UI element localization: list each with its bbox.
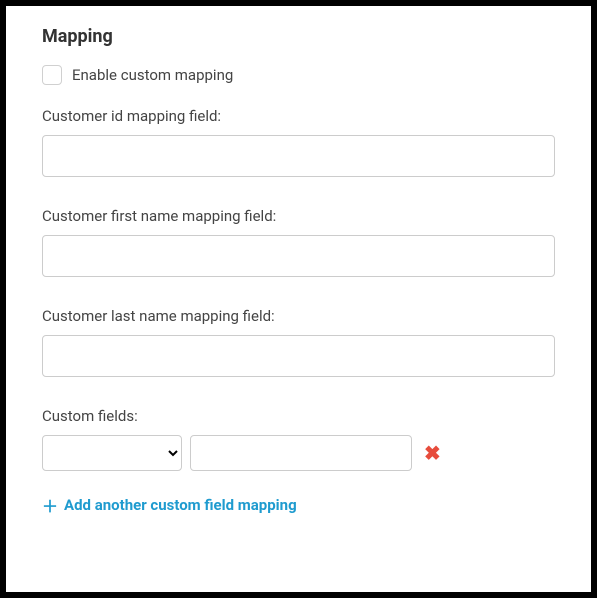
custom-field-row: ✖ (42, 435, 555, 471)
customer-id-field-block: Customer id mapping field: (42, 107, 555, 177)
customer-first-name-field-block: Customer first name mapping field: (42, 207, 555, 277)
custom-field-select[interactable] (42, 435, 182, 471)
customer-last-name-input[interactable] (42, 335, 555, 377)
customer-last-name-field-block: Customer last name mapping field: (42, 307, 555, 377)
custom-fields-block: Custom fields: ✖ (42, 407, 555, 471)
customer-id-input[interactable] (42, 135, 555, 177)
enable-custom-mapping-label: Enable custom mapping (72, 66, 233, 84)
plus-icon: ＋ (42, 493, 58, 517)
custom-fields-label: Custom fields: (42, 407, 555, 425)
section-title: Mapping (42, 26, 555, 47)
enable-custom-mapping-checkbox[interactable] (42, 65, 62, 85)
remove-icon[interactable]: ✖ (420, 443, 445, 463)
custom-field-value-input[interactable] (190, 435, 412, 471)
add-custom-field-link[interactable]: ＋ Add another custom field mapping (42, 493, 297, 517)
customer-last-name-label: Customer last name mapping field: (42, 307, 555, 325)
mapping-panel: Mapping Enable custom mapping Customer i… (6, 6, 591, 592)
enable-custom-mapping-row: Enable custom mapping (42, 65, 555, 85)
customer-first-name-input[interactable] (42, 235, 555, 277)
customer-id-label: Customer id mapping field: (42, 107, 555, 125)
customer-first-name-label: Customer first name mapping field: (42, 207, 555, 225)
add-custom-field-label: Add another custom field mapping (64, 496, 297, 514)
